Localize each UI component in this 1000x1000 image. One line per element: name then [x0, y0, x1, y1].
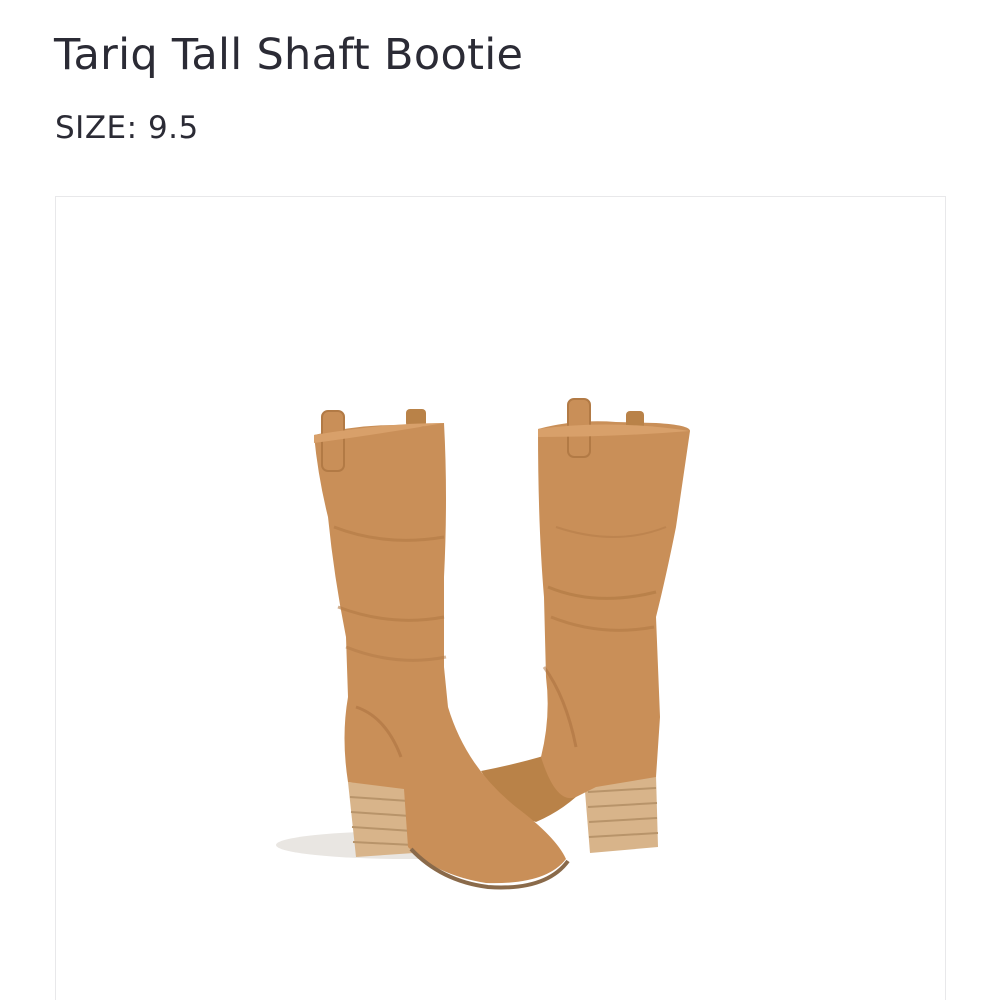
- size-line: SIZE: 9.5: [55, 110, 199, 146]
- left-boot-heel: [348, 782, 414, 857]
- product-image: [276, 398, 690, 890]
- size-value: 9.5: [147, 110, 199, 146]
- product-title: Tariq Tall Shaft Bootie: [54, 30, 524, 80]
- right-boot: [481, 398, 690, 853]
- product-image-frame[interactable]: [55, 196, 946, 1000]
- product-detail-page: — Tariq Tall Shaft Bootie SIZE: 9.5: [0, 0, 1000, 1000]
- size-label: SIZE:: [55, 110, 138, 146]
- right-boot-shaft: [538, 421, 690, 799]
- cropped-header-text: —: [56, 0, 100, 6]
